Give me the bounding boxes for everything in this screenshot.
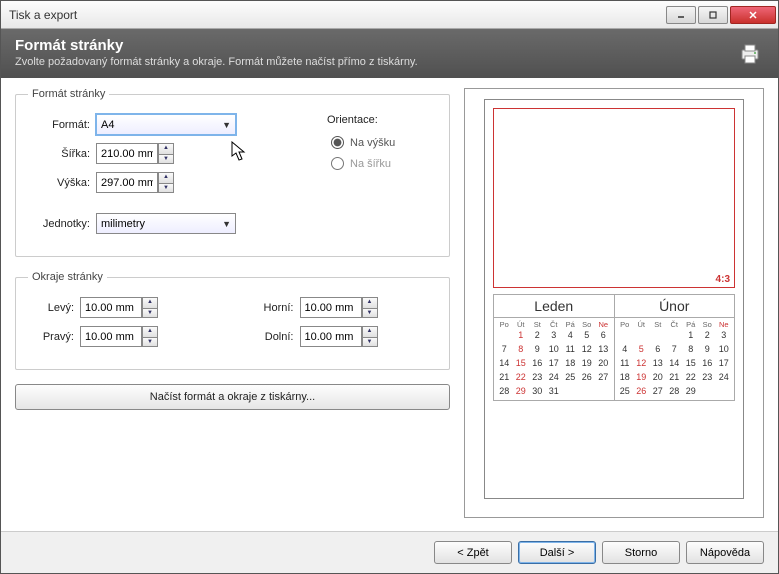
maximize-button[interactable]: [698, 6, 728, 24]
load-from-printer-button[interactable]: Načíst formát a okraje z tiskárny...: [15, 384, 450, 410]
height-label: Výška:: [28, 177, 90, 189]
back-button[interactable]: < Zpět: [434, 541, 512, 564]
format-label: Formát:: [28, 119, 90, 131]
month-february: Únor PoÚtStČtPáSoNe ....1234567891011121…: [614, 295, 735, 400]
dialog-footer: < Zpět Další > Storno Nápověda: [1, 531, 778, 573]
spin-up-icon[interactable]: ▲: [158, 172, 174, 183]
right-margin-spinner[interactable]: ▲▼: [80, 326, 158, 347]
dialog-header: Formát stránky Zvolte požadovaný formát …: [1, 29, 778, 78]
bottom-margin-label: Dolní:: [248, 331, 294, 343]
legend-margins: Okraje stránky: [28, 271, 107, 283]
height-input[interactable]: [96, 172, 158, 193]
width-input[interactable]: [96, 143, 158, 164]
titlebar: Tisk a export: [1, 1, 778, 29]
radio-landscape[interactable]: Na šířku: [331, 157, 437, 170]
top-margin-spinner[interactable]: ▲▼: [300, 297, 378, 318]
window-title: Tisk a export: [9, 8, 666, 22]
units-select[interactable]: milimetry▼: [96, 213, 236, 234]
preview-image-area: 4:3: [493, 108, 735, 288]
format-select[interactable]: A4▼: [96, 114, 236, 135]
top-margin-label: Horní:: [248, 302, 294, 314]
radio-portrait[interactable]: Na výšku: [331, 136, 437, 149]
header-title: Formát stránky: [15, 37, 764, 54]
spin-up-icon[interactable]: ▲: [158, 143, 174, 154]
next-button[interactable]: Další >: [518, 541, 596, 564]
preview-page: 4:3 Leden PoÚtStČtPáSoNe .12345678910111…: [484, 99, 744, 499]
left-margin-input[interactable]: [80, 297, 142, 318]
right-margin-input[interactable]: [80, 326, 142, 347]
left-margin-label: Levý:: [28, 302, 74, 314]
chevron-down-icon: ▼: [222, 120, 231, 130]
height-spinner[interactable]: ▲▼: [96, 172, 174, 193]
orientation-label: Orientace:: [327, 114, 437, 126]
width-spinner[interactable]: ▲▼: [96, 143, 174, 164]
right-margin-label: Pravý:: [28, 331, 74, 343]
left-margin-spinner[interactable]: ▲▼: [80, 297, 158, 318]
spin-down-icon[interactable]: ▼: [158, 183, 174, 194]
fieldset-page-format: Formát stránky Formát: A4▼ Šířka:: [15, 88, 450, 257]
width-label: Šířka:: [28, 148, 90, 160]
fieldset-margins: Okraje stránky Levý: ▲▼ Pravý:: [15, 271, 450, 370]
header-subtitle: Zvolte požadovaný formát stránky a okraj…: [15, 56, 764, 68]
cancel-button[interactable]: Storno: [602, 541, 680, 564]
spin-down-icon[interactable]: ▼: [158, 154, 174, 165]
printer-icon: [738, 43, 762, 70]
preview-calendar: Leden PoÚtStČtPáSoNe .123456789101112131…: [493, 294, 735, 401]
minimize-button[interactable]: [666, 6, 696, 24]
units-label: Jednotky:: [28, 218, 90, 230]
close-button[interactable]: [730, 6, 776, 24]
top-margin-input[interactable]: [300, 297, 362, 318]
aspect-ratio-label: 4:3: [716, 274, 730, 285]
help-button[interactable]: Nápověda: [686, 541, 764, 564]
legend-page-format: Formát stránky: [28, 88, 109, 100]
preview-panel: 4:3 Leden PoÚtStČtPáSoNe .12345678910111…: [464, 88, 764, 518]
month-january: Leden PoÚtStČtPáSoNe .123456789101112131…: [494, 295, 614, 400]
chevron-down-icon: ▼: [222, 219, 231, 229]
dialog-window: Tisk a export Formát stránky Zvolte poža…: [0, 0, 779, 574]
bottom-margin-input[interactable]: [300, 326, 362, 347]
bottom-margin-spinner[interactable]: ▲▼: [300, 326, 378, 347]
